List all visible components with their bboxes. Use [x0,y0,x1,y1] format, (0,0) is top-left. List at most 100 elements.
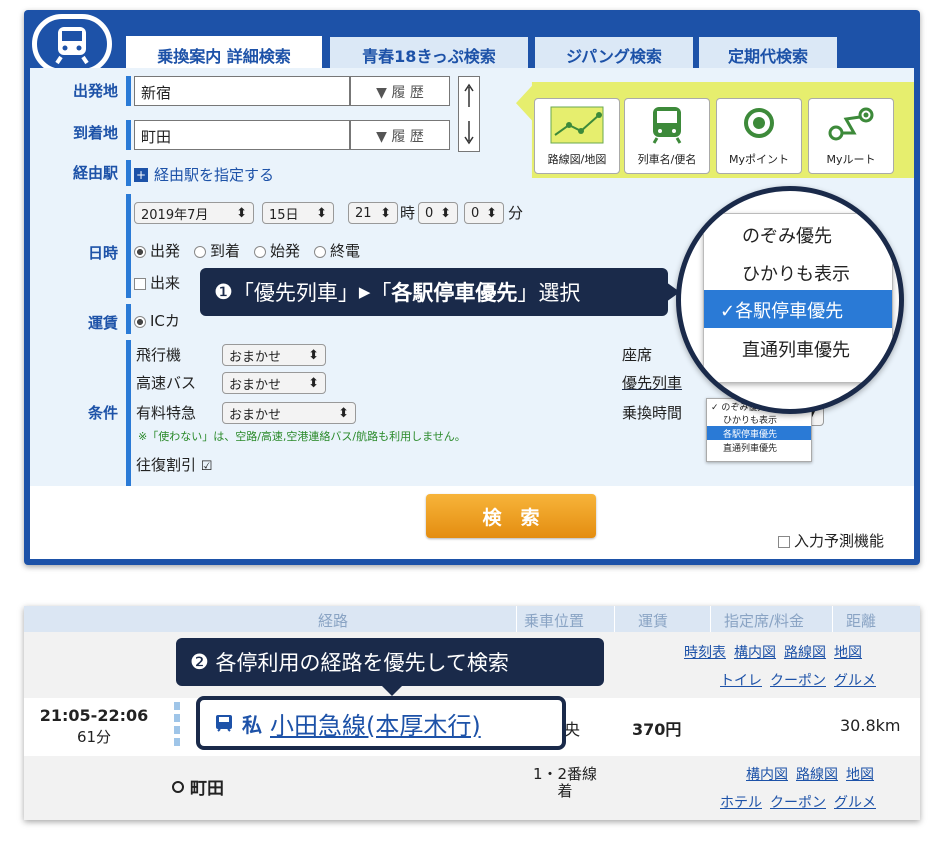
dropdown-option-selected[interactable]: ✓各駅停車優先 [704,290,892,328]
updown-icon: ⬍ [308,375,319,391]
train-icon [216,715,232,732]
priority-train-label: 優先列車 [622,374,683,392]
station-circle-icon [172,780,184,793]
mini-option[interactable]: 直通列車優先 [707,440,811,454]
unknown-checkbox[interactable]: 出来 [134,272,180,293]
min2-select[interactable]: 0 ⬍ [464,202,504,224]
to-history-button[interactable]: ▼ 履 歴 [350,120,450,150]
divider [126,160,131,186]
updown-icon: ⬍ [440,205,451,221]
year-month-select[interactable]: 2019年7月 ⬍ [134,202,254,224]
link-coupon[interactable]: クーポン [770,670,826,690]
checkbox-label: 出来 [150,274,181,292]
dropdown-option[interactable]: 直通列車優先 [704,328,892,366]
hour-select[interactable]: 21 ⬍ [348,202,398,224]
round-trip-checkbox[interactable]: 往復割引 ☑ [136,454,212,475]
link-map[interactable]: 地図 [846,764,874,784]
callout-text: 各停利用の経路を優先して検索 [215,651,509,675]
to-input[interactable]: 町田 [134,120,350,150]
airplane-select[interactable]: おまかせ ⬍ [222,344,326,366]
mini-option[interactable]: ひかりも表示 [707,412,811,426]
route-map-button[interactable]: 路線図/地図 [534,98,620,174]
radio-on-icon [134,245,146,258]
position: 央 [564,720,581,739]
hour-value: 21 [355,205,372,221]
fare-radio-ic[interactable]: ICカ [134,310,180,331]
highway-bus-select[interactable]: おまかせ ⬍ [222,372,326,394]
callout-text: 「 [370,281,392,305]
day-select[interactable]: 15日 ⬍ [262,202,334,224]
my-route-button[interactable]: Myルート [808,98,894,174]
mini-option-label: 各駅停車優先 [723,430,778,440]
platform-number: 1・2番線 [532,765,598,783]
radio-departure[interactable]: 出発 [134,240,180,261]
checkbox-label: 入力予測機能 [794,532,885,550]
radio-off-icon [314,245,327,258]
train-logo-icon [32,14,112,74]
radio-label: ICカ [150,312,180,330]
radio-last[interactable]: 終電 [314,240,360,261]
divider [126,76,131,106]
mini-option-label: ひかりも表示 [723,416,778,426]
step-number: ❶ [214,280,233,304]
link-gourmet[interactable]: グルメ [834,670,876,690]
route-map-icon [550,106,604,144]
link-gourmet[interactable]: グルメ [834,792,876,812]
predict-checkbox[interactable]: 入力予測機能 [778,530,884,551]
day-value: 15日 [269,207,299,223]
callout-1: ❶ 「優先列車」 ▶ 「 各駅停車優先 」選択 [200,268,668,316]
link-map[interactable]: 地図 [834,642,862,662]
dropdown-option[interactable]: ひかりも表示 [704,252,892,290]
header-position: 乗車位置 [524,612,585,630]
search-button[interactable]: 検 索 [426,494,596,538]
dropdown-option[interactable]: のぞみ優先 [704,214,892,252]
updown-icon: ⬍ [380,205,391,221]
conditions-note: ※「使わない」は、空路/高速,空港連絡バス/航路も利用しません。 [138,430,466,443]
link-station-map[interactable]: 構内図 [746,764,788,784]
link-station-map[interactable]: 構内図 [734,642,776,662]
via-label: 経由駅 [72,164,118,182]
station-links-3: 構内図 路線図 地図 [746,764,874,784]
link-timetable[interactable]: 時刻表 [684,642,726,662]
via-add-link[interactable]: + 経由駅を指定する [134,164,274,185]
ltd-express-select[interactable]: おまかせ ⬍ [222,402,356,424]
zoom-lens: のぞみ優先 ひかりも表示 ✓各駅停車優先 直通列車優先 [676,186,904,414]
duration: 61分 [76,728,112,746]
radio-label: 終電 [330,242,361,260]
link-hotel[interactable]: ホテル [720,792,762,812]
link-route-map[interactable]: 路線図 [796,764,838,784]
header-distance: 距離 [846,612,877,630]
line-highlight: 私 小田急線(本厚木行) [196,696,566,750]
min1-value: 0 [425,205,434,221]
radio-arrival[interactable]: 到着 [194,240,240,261]
train-name-button[interactable]: 列車名/便名 [624,98,710,174]
link-toilet[interactable]: トイレ [720,670,762,690]
updown-icon: ⬍ [338,405,349,421]
swap-button[interactable] [458,76,480,152]
my-point-button[interactable]: Myポイント [716,98,802,174]
updown-icon: ⬍ [316,205,327,221]
route-line [174,702,180,750]
radio-first[interactable]: 始発 [254,240,300,261]
tool-label: 路線図/地図 [547,153,607,166]
divider [126,120,131,150]
callout-2: ❷ 各停利用の経路を優先して検索 [176,638,604,686]
tool-label: Myルート [826,153,876,166]
highway-bus-label: 高速バス [136,374,197,392]
updown-icon: ⬍ [486,205,497,221]
target-icon [744,108,774,138]
divider [126,304,131,334]
mini-option-selected[interactable]: 各駅停車優先 [707,426,811,440]
link-coupon[interactable]: クーポン [770,792,826,812]
min1-select[interactable]: 0 ⬍ [418,202,458,224]
conditions-label: 条件 [87,404,118,422]
divider [126,340,131,486]
link-route-map[interactable]: 路線図 [784,642,826,662]
radio-label: 到着 [210,242,241,260]
line-name-link[interactable]: 小田急線(本厚木行) [270,706,481,741]
from-input[interactable]: 新宿 [134,76,350,106]
checkbox-label: 往復割引 [136,456,197,474]
distance-value: 30.8km [840,716,901,735]
arrow-icon: ▶ [358,283,371,301]
from-history-button[interactable]: ▼ 履 歴 [350,76,450,106]
